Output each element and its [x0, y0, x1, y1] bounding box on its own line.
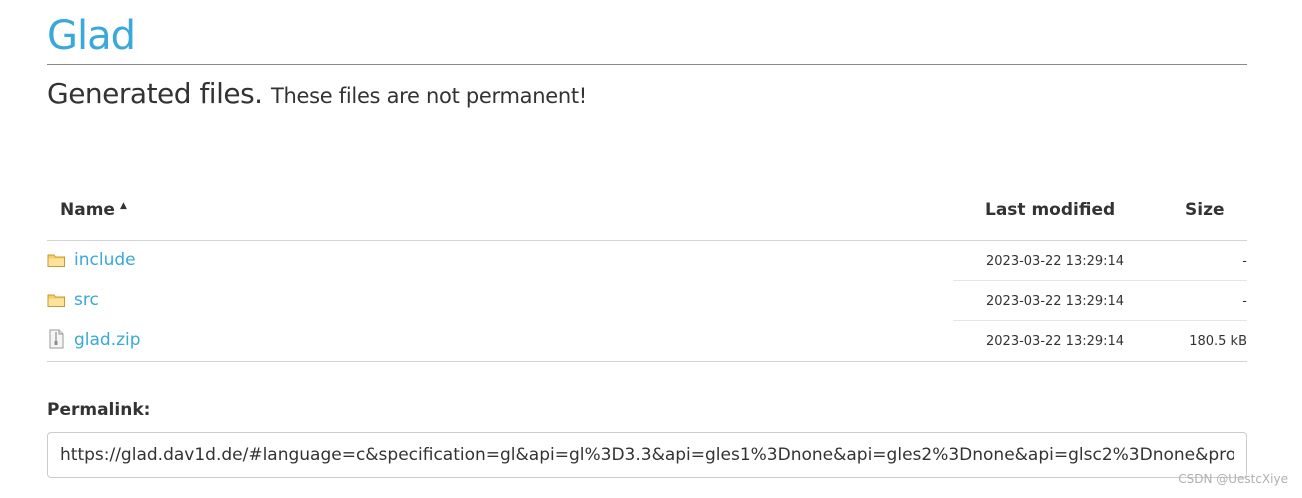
file-link-src[interactable]: src: [47, 290, 99, 310]
column-header-size[interactable]: Size: [1185, 200, 1225, 220]
file-name: include: [74, 250, 136, 270]
subtitle-note: These files are not permanent!: [270, 84, 587, 108]
sort-ascending-icon: ▲: [119, 201, 127, 211]
table-row: src 2023-03-22 13:29:14 -: [47, 281, 1247, 321]
file-name: src: [74, 290, 99, 310]
modified-cell: 2023-03-22 13:29:14: [986, 254, 1125, 269]
file-link-include[interactable]: include: [47, 250, 136, 270]
table-row: include 2023-03-22 13:29:14 -: [47, 241, 1247, 281]
modified-cell: 2023-03-22 13:29:14: [986, 334, 1125, 349]
column-header-name-label: Name: [60, 200, 115, 220]
size-cell: -: [1242, 254, 1247, 269]
file-name: glad.zip: [74, 330, 141, 350]
title-divider: [47, 64, 1247, 65]
modified-cell: 2023-03-22 13:29:14: [986, 294, 1125, 309]
permalink-input[interactable]: [47, 432, 1247, 478]
subtitle-main: Generated files.: [47, 77, 263, 110]
table-row: glad.zip 2023-03-22 13:29:14 180.5 kB: [47, 321, 1247, 362]
file-icon: [47, 329, 66, 349]
app-title-link[interactable]: Glad: [47, 12, 136, 60]
watermark: CSDN @UestcXiye: [1178, 472, 1288, 486]
size-cell: -: [1242, 294, 1247, 309]
page-subtitle: Generated files. These files are not per…: [47, 76, 587, 114]
table-header: Name ▲ Last modified Size: [47, 184, 1247, 241]
folder-icon: [47, 252, 66, 268]
file-table: Name ▲ Last modified Size include 2023-03…: [47, 184, 1247, 362]
column-header-name[interactable]: Name ▲: [60, 200, 127, 220]
column-header-modified[interactable]: Last modified: [985, 200, 1115, 220]
file-link-glad-zip[interactable]: glad.zip: [47, 329, 141, 350]
folder-icon: [47, 292, 66, 308]
size-cell: 180.5 kB: [1189, 334, 1247, 349]
permalink-label: Permalink:: [47, 400, 151, 420]
